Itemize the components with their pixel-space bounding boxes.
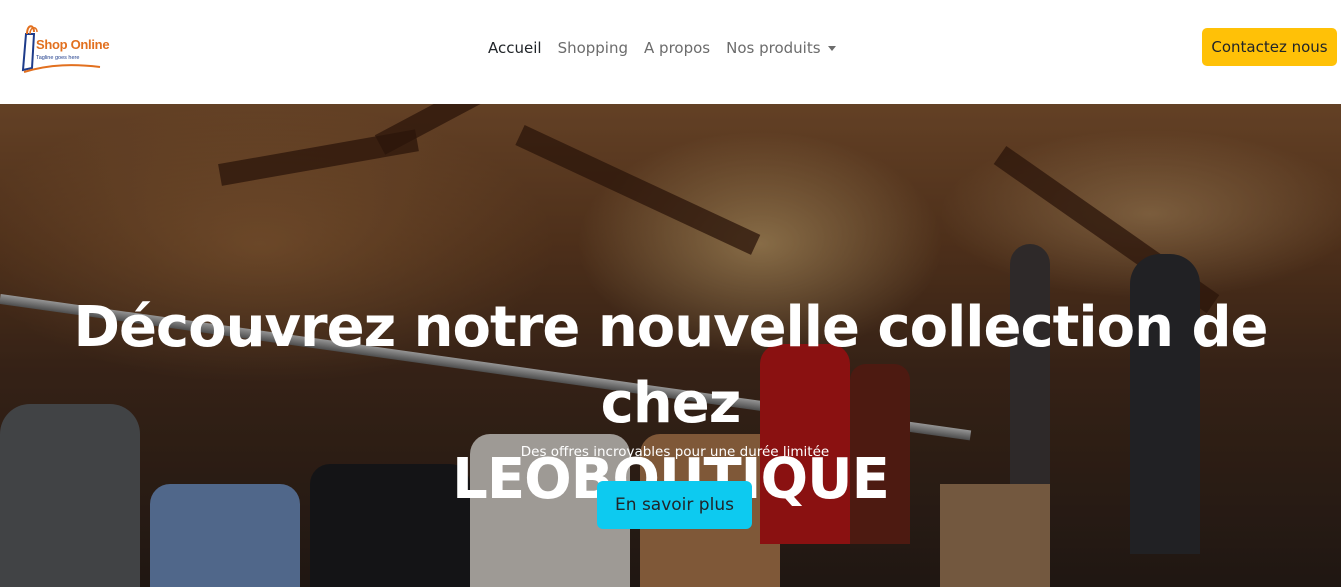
navbar: Shop Online Tagline goes here Accueil Sh…	[0, 0, 1341, 104]
brand-logo[interactable]: Shop Online Tagline goes here	[20, 20, 110, 76]
main-nav: Accueil Shopping A propos Nos produits	[488, 37, 852, 59]
hero-subtitle: Des offres incroyables pour une durée li…	[520, 444, 830, 460]
nav-dropdown-nos-produits[interactable]: Nos produits	[726, 39, 836, 57]
nav-link-shopping[interactable]: Shopping	[558, 39, 628, 57]
brand-tagline: Tagline goes here	[36, 55, 80, 61]
nav-link-accueil[interactable]: Accueil	[488, 39, 542, 57]
learn-more-button[interactable]: En savoir plus	[597, 481, 752, 529]
contact-button[interactable]: Contactez nous	[1202, 28, 1337, 66]
hero-title-line-1: Découvrez notre nouvelle collection de c…	[73, 295, 1268, 436]
nav-dropdown-label: Nos produits	[726, 39, 821, 57]
brand-name: Shop Online	[36, 37, 110, 52]
caret-down-icon	[827, 45, 836, 51]
hero-banner: Découvrez notre nouvelle collection de c…	[0, 104, 1341, 587]
nav-link-a-propos[interactable]: A propos	[644, 39, 710, 57]
